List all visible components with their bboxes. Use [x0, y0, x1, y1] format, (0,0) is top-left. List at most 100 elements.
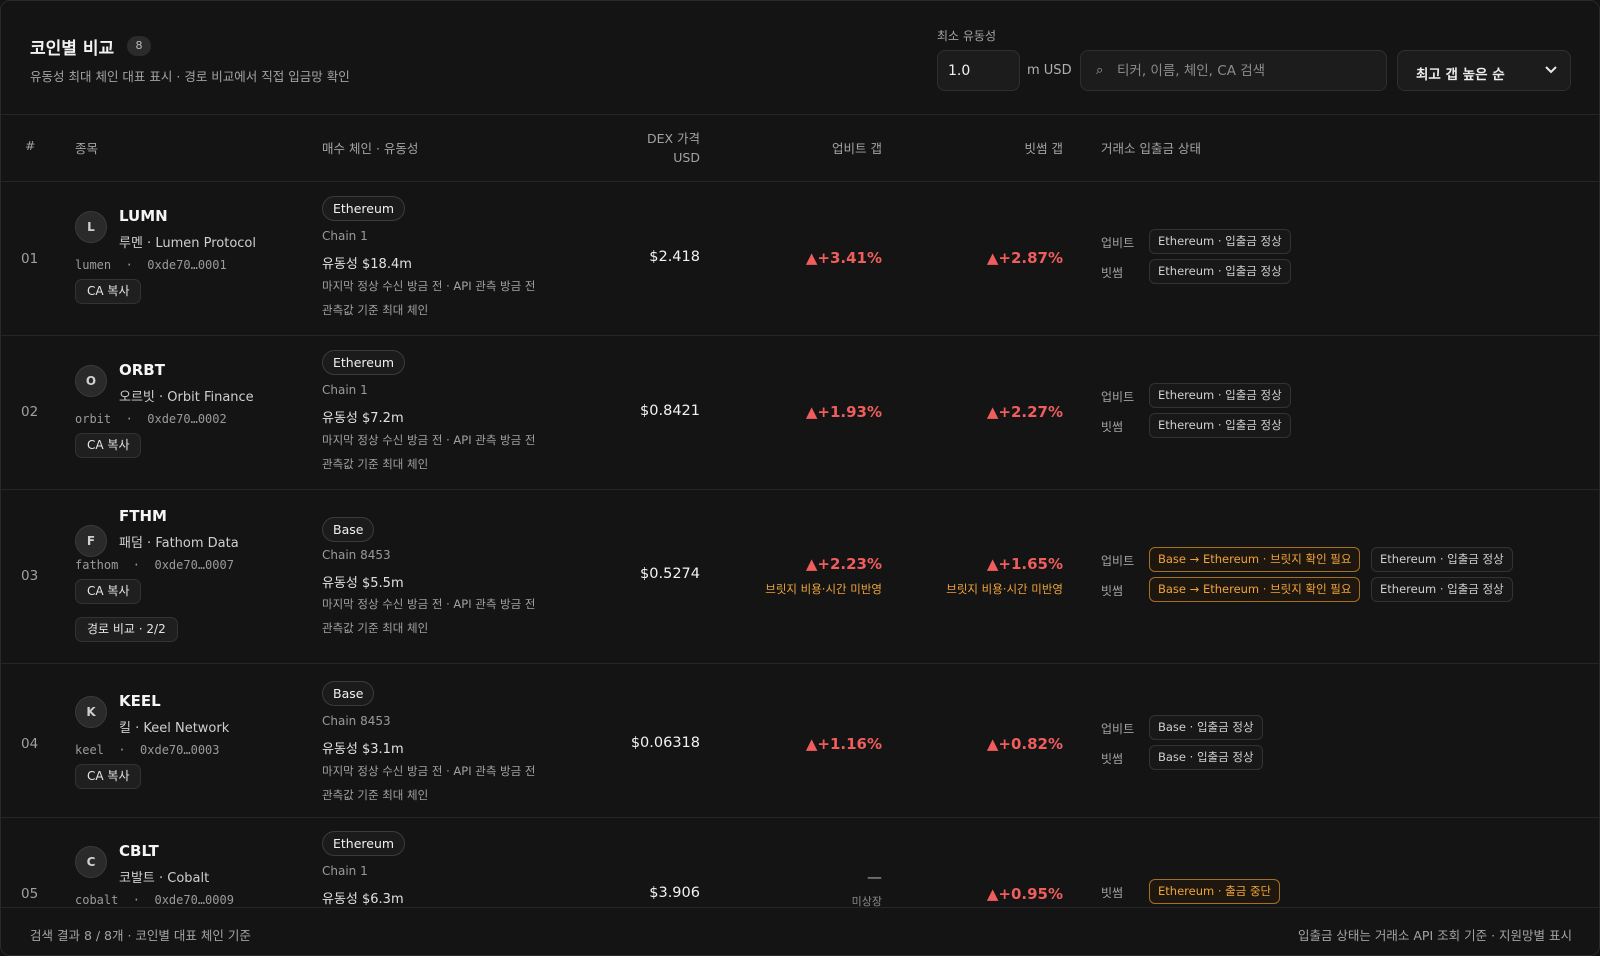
bithumb-label: 빗썸	[1101, 752, 1124, 766]
bithumb-label: 빗썸	[1101, 886, 1124, 900]
coin-name: 오르빗 · Orbit Finance	[119, 390, 254, 405]
chevron-down-icon	[1545, 66, 1557, 74]
col-status: 거래소 입출금 상태	[1101, 141, 1201, 156]
row-number: 02	[21, 404, 39, 420]
page-header: 코인별 비교 8 유동성 최대 체인 대표 표시 · 경로 비교에서 직접 입금…	[1, 1, 1599, 115]
search-box[interactable]: ⌕	[1080, 50, 1387, 91]
ticker: KEEL	[119, 692, 161, 710]
search-icon: ⌕	[1096, 63, 1104, 78]
sync-note: 마지막 정상 수신 방금 전 · API 관측 방금 전	[322, 764, 536, 778]
bithumb-bridge-tag: Base → Ethereum · 브릿지 확인 필요	[1149, 577, 1361, 602]
dex-price: $2.418	[649, 249, 700, 265]
min-liquidity-input[interactable]	[937, 50, 1020, 91]
upbit-gap: ▲+2.23%	[805, 555, 882, 573]
upbit-label: 업비트	[1101, 236, 1135, 250]
sync-note: 마지막 정상 수신 방금 전 · API 관측 방금 전	[322, 597, 536, 611]
table-row[interactable]: 02 O ORBT 오르빗 · Orbit Finance orbit · 0x…	[1, 336, 1599, 490]
ticker: CBLT	[119, 842, 159, 860]
table-row[interactable]: 04 K KEEL 킬 · Keel Network keel · 0xde70…	[1, 664, 1599, 818]
table-row[interactable]: 01 L LUMN 루멘 · Lumen Protocol lumen · 0x…	[1, 183, 1599, 336]
coin-name: 코발트 · Cobalt	[119, 871, 210, 886]
bithumb-status-tag: Ethereum · 입출금 정상	[1149, 259, 1291, 284]
upbit-label: 업비트	[1101, 390, 1135, 404]
ticker: ORBT	[119, 361, 165, 379]
min-liquidity-label: 최소 유동성	[937, 29, 997, 43]
coin-name: 킬 · Keel Network	[119, 721, 230, 736]
sync-note: 마지막 정상 수신 방금 전 · API 관측 방금 전	[322, 279, 536, 293]
upbit-bridge-warning: 브릿지 비용·시간 미반영	[765, 582, 882, 596]
chain-id: Chain 1	[322, 383, 368, 397]
upbit-gap-empty: —	[867, 868, 882, 886]
contract-address: orbit · 0xde70…0002	[75, 412, 227, 426]
chain-note: 관측값 기준 최대 체인	[322, 788, 429, 802]
sort-select[interactable]: 최고 갭 높은 순	[1397, 50, 1571, 91]
table-row[interactable]: 03 F FTHM 패덤 · Fathom Data fathom · 0xde…	[1, 490, 1599, 664]
liquidity: 유동성 $3.1m	[322, 742, 404, 757]
row-number: 05	[21, 886, 39, 902]
route-compare-button[interactable]: 경로 비교 · 2/2	[75, 617, 178, 642]
contract-address: cobalt · 0xde70…0009	[75, 893, 234, 907]
upbit-status-tag: Base · 입출금 정상	[1149, 715, 1263, 740]
chain-pill: Ethereum	[322, 350, 406, 375]
col-item: 종목	[75, 141, 99, 156]
chain-note: 관측값 기준 최대 체인	[322, 621, 429, 635]
avatar: K	[75, 696, 107, 728]
col-upbit-gap[interactable]: 업비트 갭	[832, 138, 882, 157]
chain-pill: Ethereum	[322, 831, 406, 856]
col-chain: 매수 체인 · 유동성	[322, 141, 419, 156]
coin-name: 루멘 · Lumen Protocol	[119, 236, 256, 251]
chain-pill: Base	[322, 681, 375, 706]
row-number: 04	[21, 736, 39, 752]
ticker: LUMN	[119, 207, 168, 225]
chain-pill: Base	[322, 517, 375, 542]
chain-id: Chain 8453	[322, 548, 391, 562]
app-window: 코인별 비교 8 유동성 최대 체인 대표 표시 · 경로 비교에서 직접 입금…	[0, 0, 1600, 956]
col-num: #	[25, 138, 36, 153]
copy-ca-button[interactable]: CA 복사	[75, 433, 142, 458]
chain-note: 관측값 기준 최대 체인	[322, 457, 429, 471]
avatar: F	[75, 525, 107, 557]
upbit-gap: ▲+1.93%	[805, 403, 882, 421]
col-bithumb-gap[interactable]: 빗썸 갭	[1025, 138, 1063, 157]
avatar: L	[75, 211, 107, 243]
table-footer: 검색 결과 8 / 8개 · 코인별 대표 체인 기준 입출금 상태는 거래소 …	[1, 907, 1599, 955]
result-count: 검색 결과 8 / 8개 · 코인별 대표 체인 기준	[30, 928, 251, 943]
bithumb-label: 빗썸	[1101, 584, 1124, 598]
bithumb-label: 빗썸	[1101, 420, 1124, 434]
bithumb-label: 빗썸	[1101, 266, 1124, 280]
table-header: # 종목 매수 체인 · 유동성 DEX 가격 USD 업비트 갭 빗썸 갭 거…	[1, 115, 1599, 182]
upbit-status-tag: Ethereum · 입출금 정상	[1371, 547, 1513, 572]
dex-price: $0.06318	[630, 735, 700, 751]
bithumb-status-tag: Ethereum · 출금 중단	[1149, 879, 1281, 904]
copy-ca-button[interactable]: CA 복사	[75, 279, 142, 304]
search-input[interactable]	[1117, 51, 1377, 90]
contract-address: lumen · 0xde70…0001	[75, 258, 227, 272]
ticker: FTHM	[119, 507, 167, 525]
upbit-gap: ▲+3.41%	[805, 249, 882, 267]
bithumb-status-tag: Base · 입출금 정상	[1149, 745, 1263, 770]
page-subtitle: 유동성 최대 체인 대표 표시 · 경로 비교에서 직접 입금망 확인	[30, 69, 350, 84]
dex-price: $3.906	[649, 885, 700, 901]
sync-note: 마지막 정상 수신 방금 전 · API 관측 방금 전	[322, 433, 536, 447]
col-dex-price[interactable]: DEX 가격	[647, 128, 700, 147]
upbit-not-listed: 미상장	[851, 895, 882, 907]
copy-ca-button[interactable]: CA 복사	[75, 764, 142, 789]
avatar: O	[75, 365, 107, 397]
sort-select-label: 최고 갭 높은 순	[1416, 67, 1505, 83]
chain-id: Chain 1	[322, 229, 368, 243]
count-badge: 8	[127, 36, 151, 56]
chain-pill: Ethereum	[322, 196, 406, 221]
liquidity: 유동성 $7.2m	[322, 411, 404, 426]
liquidity: 유동성 $18.4m	[322, 257, 412, 272]
dex-price: $0.8421	[640, 403, 700, 419]
upbit-label: 업비트	[1101, 722, 1135, 736]
upbit-gap: ▲+1.16%	[805, 735, 882, 753]
bithumb-gap: ▲+0.95%	[986, 885, 1063, 903]
upbit-bridge-tag: Base → Ethereum · 브릿지 확인 필요	[1149, 547, 1361, 572]
table-row[interactable]: 05 C CBLT 코발트 · Cobalt cobalt · 0xde70…0…	[1, 818, 1599, 907]
copy-ca-button[interactable]: CA 복사	[75, 579, 142, 604]
coin-name: 패덤 · Fathom Data	[119, 536, 239, 551]
row-number: 03	[21, 568, 39, 584]
bithumb-gap: ▲+1.65%	[986, 555, 1063, 573]
col-dex-unit: USD	[673, 150, 700, 165]
